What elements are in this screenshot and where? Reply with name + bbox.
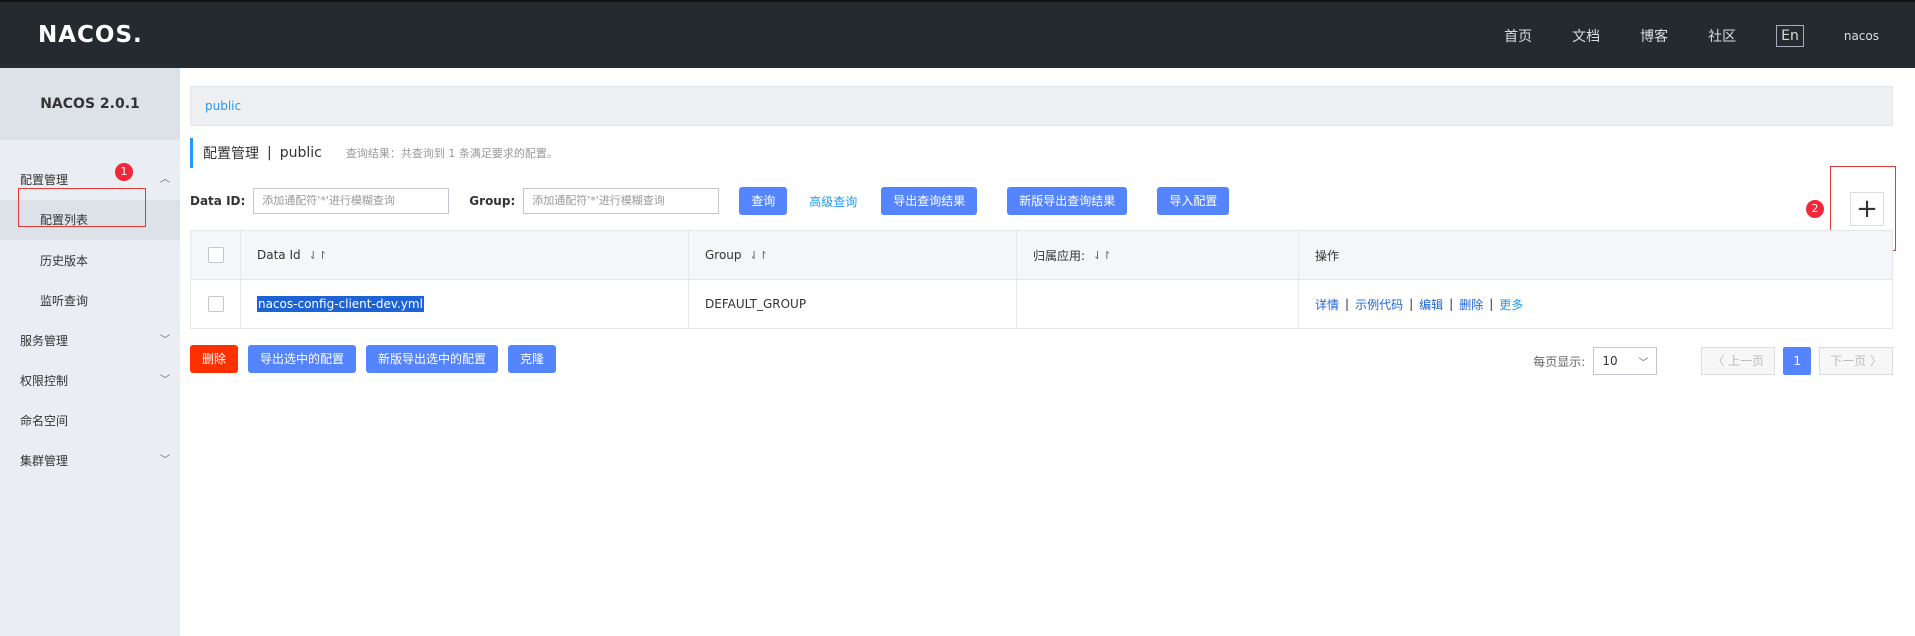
export-results-button[interactable]: 导出查询结果	[881, 187, 978, 215]
batch-actions: 删除 导出选中的配置 新版导出选中的配置 克隆	[190, 345, 566, 373]
nav-community[interactable]: 社区	[1708, 26, 1736, 46]
group-input[interactable]: 添加通配符'*'进行模糊查询	[523, 188, 720, 214]
row-checkbox-cell	[191, 280, 241, 328]
divider: |	[1449, 297, 1454, 311]
per-page-label: 每页显示:	[1533, 354, 1586, 369]
chevron-down-icon: ﹀	[1638, 357, 1649, 369]
nav-home[interactable]: 首页	[1504, 26, 1532, 46]
header-label: 操作	[1315, 248, 1340, 263]
cell-actions: 详情 | 示例代码 | 编辑 | 删除 | 更多	[1299, 280, 1892, 328]
page-number-button[interactable]: 1	[1783, 347, 1812, 375]
page-title: 配置管理 | public 查询结果：共查询到 1 条满足要求的配置。	[190, 138, 558, 168]
sort-icon[interactable]: ⇃↾	[1093, 249, 1111, 262]
nacos-logo[interactable]: NACOS.	[38, 22, 143, 48]
nav-blog[interactable]: 博客	[1640, 26, 1668, 46]
export-selected-new-button[interactable]: 新版导出选中的配置	[366, 345, 499, 373]
search-bar: Data ID: 添加通配符'*'进行模糊查询 Group: 添加通配符'*'进…	[190, 186, 1251, 216]
export-selected-button[interactable]: 导出选中的配置	[248, 345, 357, 373]
sidebar-item-namespace[interactable]: 命名空间	[0, 401, 180, 441]
header-checkbox-cell	[191, 231, 241, 279]
header-actions: 操作	[1299, 231, 1892, 279]
details-link[interactable]: 详情	[1315, 296, 1339, 313]
group-label: Group:	[469, 194, 516, 208]
sort-icon[interactable]: ⇃↾	[750, 249, 768, 262]
table-row: nacos-config-client-dev.yml DEFAULT_GROU…	[191, 280, 1892, 328]
divider: |	[1409, 297, 1414, 311]
header-group[interactable]: Group ⇃↾	[689, 231, 1017, 279]
chevron-up-icon: ︿	[160, 174, 170, 185]
breadcrumb-namespace[interactable]: public	[205, 99, 241, 113]
prev-page-button[interactable]: 〈 上一页	[1701, 347, 1776, 375]
sidebar: NACOS 2.0.1 配置管理 ︿ 配置列表 历史版本 监听查询 服务管理 ﹀…	[0, 68, 180, 636]
export-results-new-button[interactable]: 新版导出查询结果	[1007, 187, 1128, 215]
language-toggle[interactable]: En	[1776, 25, 1804, 47]
sidebar-item-access-control[interactable]: 权限控制 ﹀	[0, 361, 180, 401]
more-link[interactable]: 更多	[1499, 296, 1523, 313]
sort-icon[interactable]: ⇃↾	[309, 249, 327, 262]
page-title-text: 配置管理	[203, 146, 259, 162]
sidebar-item-service-management[interactable]: 服务管理 ﹀	[0, 321, 180, 361]
sidebar-item-label: 历史版本	[40, 254, 89, 268]
cell-dataid: nacos-config-client-dev.yml	[241, 280, 689, 328]
chevron-down-icon: ﹀	[160, 335, 170, 346]
sidebar-item-label: 权限控制	[20, 374, 69, 388]
row-checkbox[interactable]	[207, 296, 224, 312]
cell-group: DEFAULT_GROUP	[689, 280, 1017, 328]
dataid-value[interactable]: nacos-config-client-dev.yml	[257, 296, 424, 312]
header-label: Data Id	[257, 248, 301, 262]
sidebar-item-listener-query[interactable]: 监听查询	[0, 281, 180, 321]
sidebar-item-label: 配置管理	[20, 173, 69, 187]
cell-app	[1017, 280, 1299, 328]
sidebar-item-history[interactable]: 历史版本	[0, 241, 180, 281]
page-namespace: public	[279, 145, 322, 161]
sidebar-item-label: 监听查询	[40, 294, 89, 308]
title-separator: |	[267, 145, 272, 161]
nav-docs[interactable]: 文档	[1572, 26, 1600, 46]
dataid-input[interactable]: 添加通配符'*'进行模糊查询	[253, 188, 450, 214]
header-dataid[interactable]: Data Id ⇃↾	[241, 231, 689, 279]
chevron-down-icon: ﹀	[160, 375, 170, 386]
annotation-box-1	[18, 188, 146, 227]
per-page-select[interactable]: 10 ﹀	[1593, 347, 1658, 375]
user-name[interactable]: nacos	[1844, 29, 1879, 43]
clone-button[interactable]: 克隆	[508, 345, 557, 373]
header-label: Group	[705, 248, 742, 262]
table-header: Data Id ⇃↾ Group ⇃↾ 归属应用: ⇃↾ 操作	[191, 231, 1892, 280]
version-label: NACOS 2.0.1	[0, 68, 180, 140]
group-value: DEFAULT_GROUP	[705, 297, 807, 311]
advanced-query-link[interactable]: 高级查询	[809, 193, 857, 210]
query-result-text: 查询结果：共查询到 1 条满足要求的配置。	[345, 147, 558, 160]
divider: |	[1345, 297, 1350, 311]
select-all-checkbox[interactable]	[207, 247, 224, 263]
sidebar-item-label: 服务管理	[20, 334, 69, 348]
sidebar-item-cluster-management[interactable]: 集群管理 ﹀	[0, 441, 180, 481]
delete-selected-button[interactable]: 删除	[190, 345, 239, 373]
per-page-value: 10	[1602, 354, 1618, 368]
top-navbar: NACOS. 首页 文档 博客 社区 En nacos	[0, 0, 1915, 68]
annotation-badge-1: 1	[115, 163, 133, 181]
dataid-label: Data ID:	[190, 194, 246, 208]
top-nav: 首页 文档 博客 社区 En nacos	[1504, 2, 1915, 70]
header-label: 归属应用:	[1033, 248, 1086, 263]
chevron-down-icon: ﹀	[160, 455, 170, 466]
sidebar-item-label: 命名空间	[20, 414, 69, 428]
query-button[interactable]: 查询	[739, 187, 788, 215]
next-page-button[interactable]: 下一页 〉	[1819, 347, 1893, 375]
header-app[interactable]: 归属应用: ⇃↾	[1017, 231, 1299, 279]
annotation-badge-2: 2	[1806, 200, 1824, 218]
delete-link[interactable]: 删除	[1459, 296, 1483, 313]
sidebar-item-label: 集群管理	[20, 454, 69, 468]
config-table: Data Id ⇃↾ Group ⇃↾ 归属应用: ⇃↾ 操作 nacos-confi…	[190, 230, 1893, 329]
pagination: 每页显示: 10 ﹀ 〈 上一页 1 下一页 〉	[1533, 347, 1893, 375]
sample-code-link[interactable]: 示例代码	[1355, 296, 1403, 313]
edit-link[interactable]: 编辑	[1419, 296, 1443, 313]
breadcrumb: public	[190, 86, 1893, 126]
import-config-button[interactable]: 导入配置	[1157, 187, 1230, 215]
divider: |	[1489, 297, 1494, 311]
